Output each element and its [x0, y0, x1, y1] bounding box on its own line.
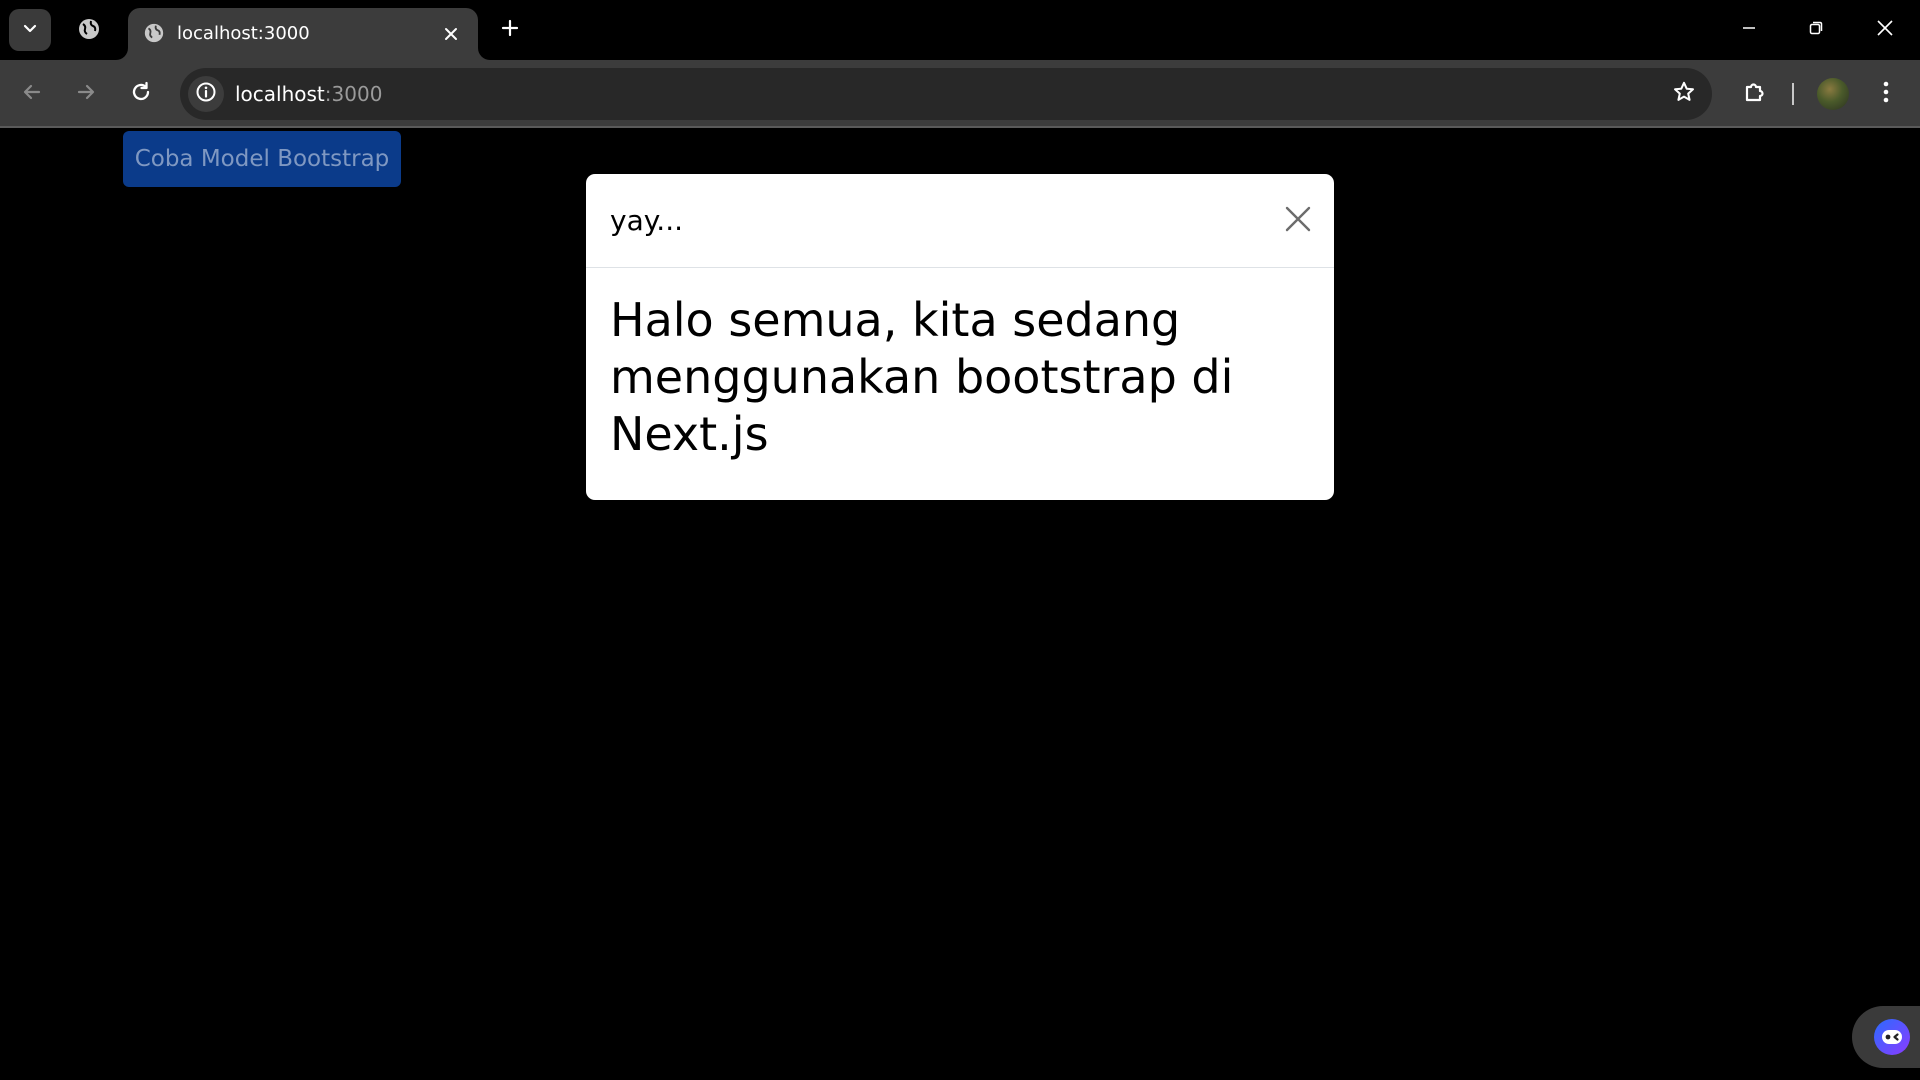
- close-icon: [1876, 19, 1894, 42]
- modal-dialog: yay... Halo semua, kita sedang menggunak…: [586, 174, 1334, 500]
- puzzle-icon: [1742, 79, 1768, 110]
- url-text: localhost:3000: [235, 82, 382, 106]
- site-info-button[interactable]: [188, 76, 224, 112]
- browser-toolbar: localhost:3000: [0, 60, 1920, 128]
- address-bar[interactable]: localhost:3000: [180, 68, 1712, 120]
- minimize-button[interactable]: [1716, 0, 1782, 60]
- tab-title: localhost:3000: [177, 23, 310, 44]
- profile-avatar[interactable]: [1817, 78, 1849, 110]
- minimize-icon: [1741, 20, 1757, 41]
- globe-icon: [142, 21, 166, 45]
- tab-search-button[interactable]: [9, 9, 51, 51]
- reload-button[interactable]: [121, 74, 161, 114]
- browser-menu-button[interactable]: [1868, 74, 1904, 114]
- info-icon: [195, 81, 217, 108]
- tab-close-icon[interactable]: [438, 21, 464, 47]
- url-port: :3000: [324, 82, 383, 106]
- star-icon: [1672, 80, 1696, 109]
- modal-close-button[interactable]: [1282, 204, 1314, 236]
- floating-assistant-widget[interactable]: [1852, 1006, 1920, 1068]
- modal-title: yay...: [610, 204, 684, 237]
- extensions-button[interactable]: [1735, 74, 1775, 114]
- restore-icon: [1808, 20, 1824, 41]
- reload-icon: [130, 81, 152, 108]
- assistant-face-icon: [1874, 1019, 1910, 1055]
- chevron-down-icon: [22, 20, 38, 41]
- close-icon: [1284, 205, 1312, 236]
- bookmark-button[interactable]: [1670, 80, 1698, 108]
- plus-icon: [500, 18, 520, 43]
- url-host: localhost: [235, 82, 325, 106]
- globe-icon: [77, 17, 101, 46]
- restore-button[interactable]: [1783, 0, 1849, 60]
- browser-titlebar: localhost:3000: [0, 0, 1920, 60]
- page-viewport: Coba Model Bootstrap yay... Halo semua, …: [0, 130, 1920, 1080]
- new-tab-button[interactable]: [492, 12, 528, 48]
- tab-group-globe-button[interactable]: [68, 10, 110, 52]
- more-vertical-icon: [1882, 80, 1890, 109]
- open-modal-button[interactable]: Coba Model Bootstrap: [123, 131, 401, 187]
- modal-header: yay...: [586, 174, 1334, 268]
- arrow-left-icon: [21, 81, 43, 108]
- toolbar-divider: [1792, 83, 1794, 105]
- close-window-button[interactable]: [1852, 0, 1918, 60]
- back-button[interactable]: [12, 74, 52, 114]
- active-tab[interactable]: localhost:3000: [128, 8, 478, 60]
- forward-button[interactable]: [66, 74, 106, 114]
- modal-body-text: Halo semua, kita sedang menggunakan boot…: [610, 293, 1234, 461]
- arrow-right-icon: [75, 81, 97, 108]
